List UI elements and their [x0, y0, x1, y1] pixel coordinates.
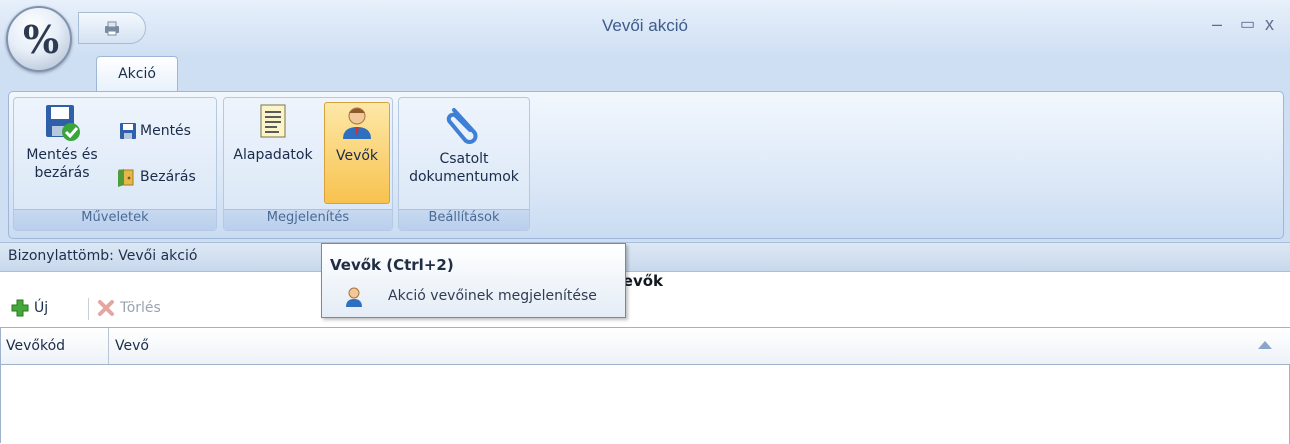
new-label: Új — [34, 300, 49, 316]
title-bar: Vevői akció – ▭ x — [0, 0, 1290, 57]
voucher-block-label: Bizonylattömb: Vevői akció — [8, 248, 198, 264]
customer-person-icon — [343, 107, 371, 139]
close-document-button[interactable]: Bezárás — [116, 166, 196, 188]
group-label-beallitasok: Beállítások — [399, 209, 529, 230]
document-list-icon — [260, 104, 286, 138]
window-title: Vevői akció — [602, 16, 688, 35]
base-data-label: Alapadatok — [233, 147, 313, 163]
toolbar-separator — [88, 298, 89, 320]
column-header-customer[interactable]: Vevő — [109, 328, 1285, 364]
ribbon-group-muveletek: Mentés és bezárás Mentés Bezárás Művelet… — [13, 97, 217, 231]
group-label-megjelenites: Megjelenítés — [224, 209, 392, 230]
delete-label: Törlés — [120, 300, 161, 316]
floppy-disk-icon — [120, 123, 136, 139]
customers-label: Vevők — [335, 148, 379, 164]
plus-icon — [11, 299, 29, 317]
group-label-muveletek: Műveletek — [14, 209, 216, 230]
grid-body[interactable] — [0, 365, 1290, 444]
minimize-button[interactable]: – — [1212, 14, 1222, 35]
attached-documents-label: Csatolt dokumentumok — [409, 151, 519, 185]
save-and-close-button[interactable]: Mentés és bezárás — [16, 102, 108, 202]
document-info-bar: Bizonylattömb: Vevői akció — [0, 242, 1290, 272]
ribbon: Mentés és bezárás Mentés Bezárás Művelet… — [0, 89, 1290, 242]
tooltip-title: Vevők (Ctrl+2) — [330, 256, 454, 274]
column-header-customer-code[interactable]: Vevőkód — [0, 328, 109, 364]
ribbon-group-beallitasok: Csatolt dokumentumok Beállítások — [398, 97, 530, 231]
delete-x-icon — [98, 300, 114, 316]
save-label: Mentés — [140, 123, 191, 139]
close-button[interactable]: x — [1265, 14, 1274, 35]
customers-tooltip: Vevők (Ctrl+2) Akció vevőinek megjelenít… — [321, 243, 626, 318]
close-label: Bezárás — [140, 169, 196, 185]
customers-grid: Vevőkód Vevő — [0, 327, 1290, 444]
save-close-icon — [46, 105, 80, 141]
ribbon-group-megjelenites: Alapadatok Vevők Megjelenítés — [223, 97, 393, 231]
tooltip-description: Akció vevőinek megjelenítése — [388, 288, 597, 304]
grid-header: Vevőkód Vevő — [0, 328, 1290, 365]
tab-strip — [0, 56, 1290, 90]
application-menu-button[interactable]: % — [6, 6, 72, 72]
tab-akcio[interactable]: Akció — [96, 56, 178, 91]
paperclip-icon — [446, 108, 478, 144]
close-door-icon — [118, 169, 134, 187]
sort-ascending-icon[interactable] — [1258, 341, 1272, 349]
grid-toolbar: Új Törlés — [0, 292, 1290, 326]
customer-person-icon — [346, 287, 362, 307]
delete-button[interactable]: Törlés — [96, 298, 161, 318]
new-button[interactable]: Új — [10, 298, 48, 318]
ribbon-panel: Mentés és bezárás Mentés Bezárás Művelet… — [8, 91, 1284, 239]
attached-documents-button[interactable]: Csatolt dokumentumok — [401, 102, 527, 202]
save-and-close-label: Mentés és bezárás — [26, 147, 98, 181]
maximize-button[interactable]: ▭ — [1240, 14, 1255, 34]
customers-button[interactable]: Vevők — [324, 102, 390, 204]
percent-logo-icon: % — [22, 16, 59, 62]
grid-left-border — [0, 327, 1, 443]
base-data-button[interactable]: Alapadatok — [226, 102, 320, 202]
save-button[interactable]: Mentés — [118, 120, 191, 142]
